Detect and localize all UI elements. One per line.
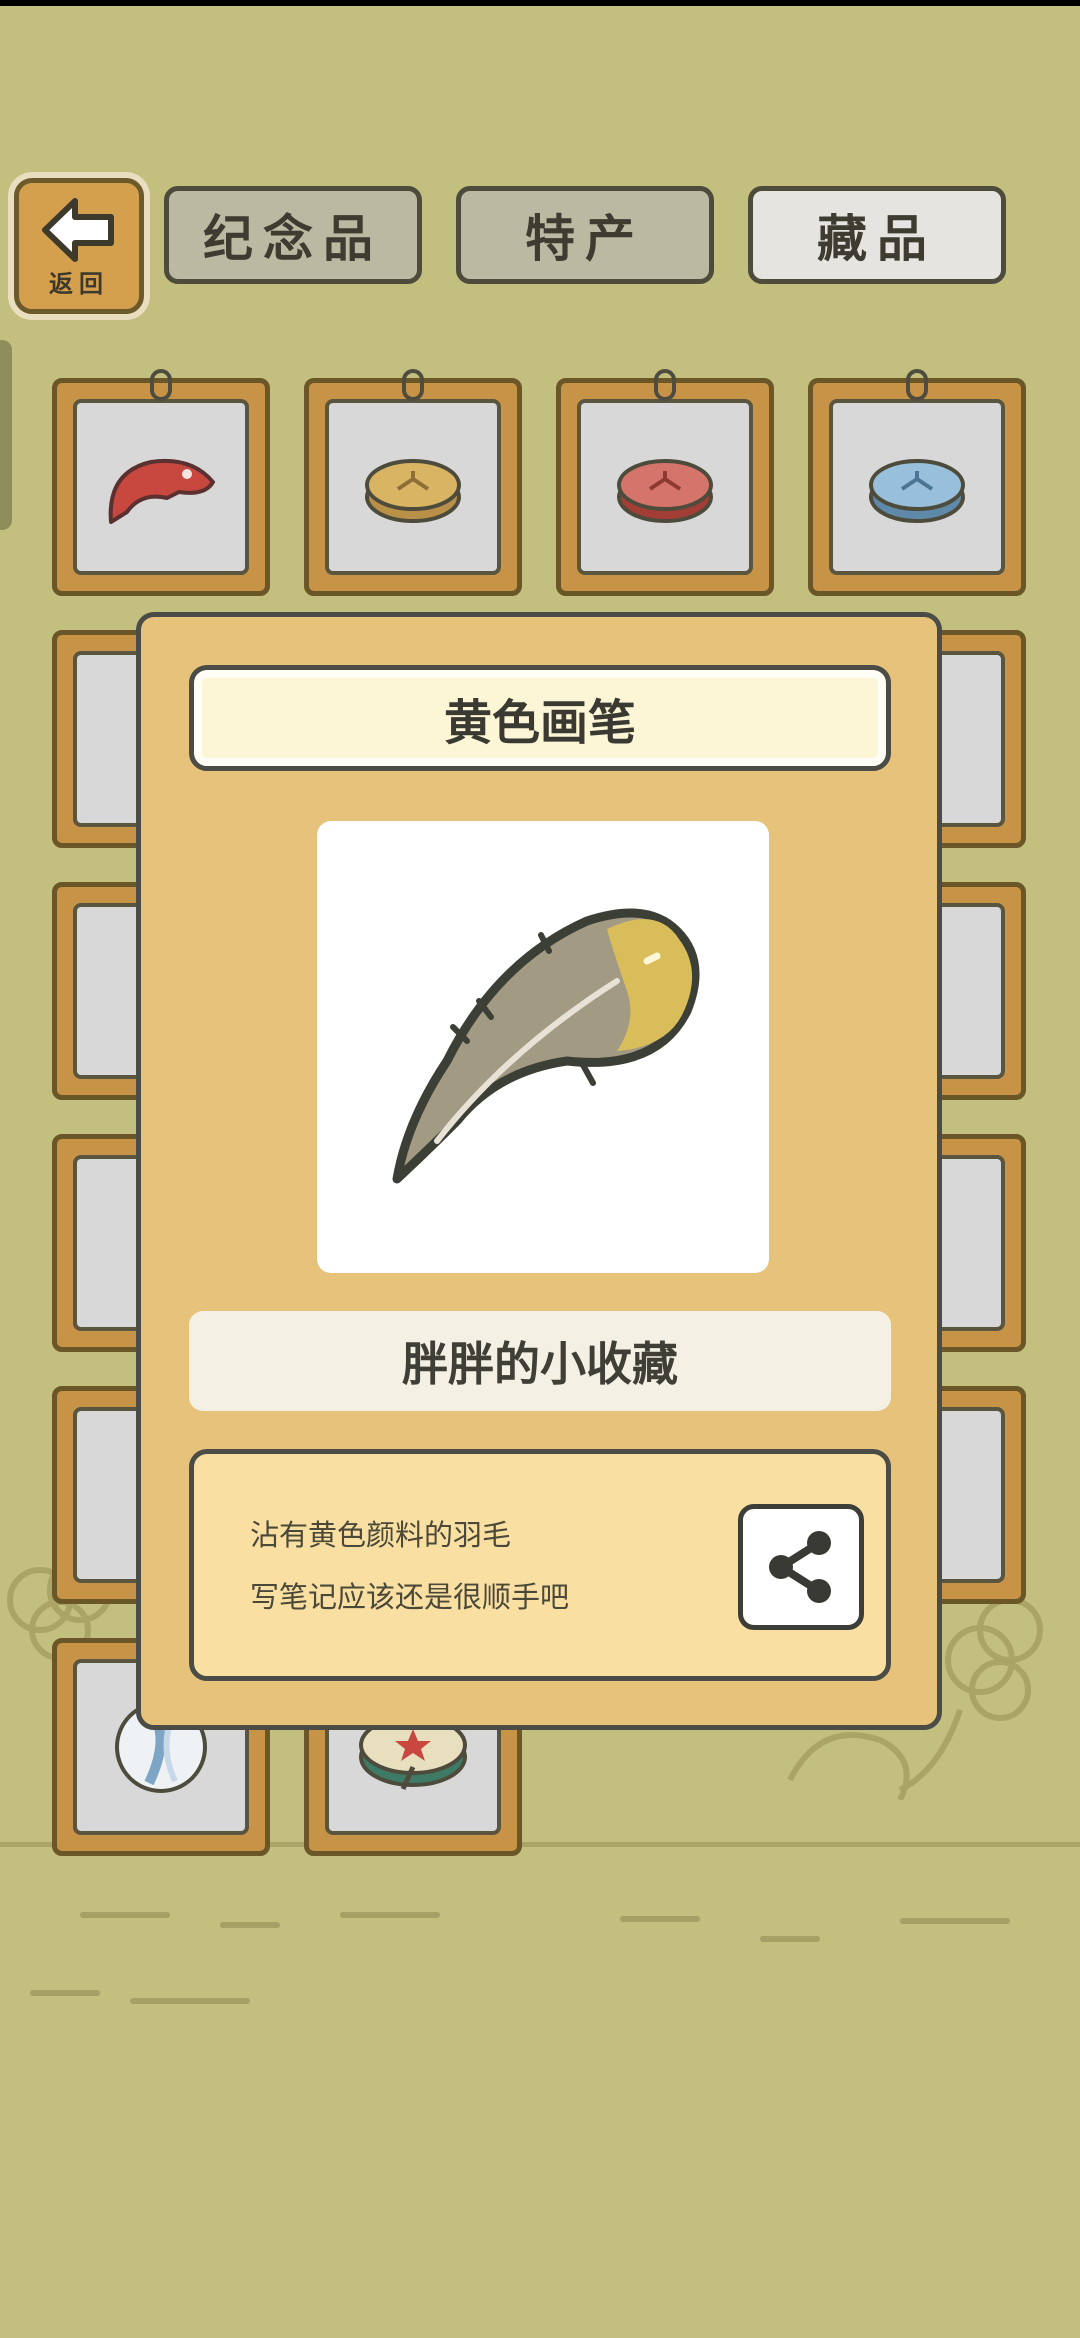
- item-description-box: 沾有黄色颜料的羽毛 写笔记应该还是很顺手吧: [189, 1449, 891, 1681]
- ground-dash: [80, 1912, 170, 1918]
- share-button[interactable]: [738, 1504, 864, 1630]
- item-detail-dialog: 黄色画笔 胖胖的小收藏 沾有黄色颜料的羽毛 写笔记应该还是很顺手吧: [136, 612, 942, 1730]
- ground-dash: [900, 1918, 1010, 1924]
- collection-slot[interactable]: [808, 369, 1026, 596]
- ground-dash: [760, 1936, 820, 1942]
- ground-dash: [340, 1912, 440, 1918]
- item-title-box: 黄色画笔: [189, 665, 891, 771]
- side-handle[interactable]: [0, 340, 12, 530]
- back-arrow-icon: [42, 198, 114, 262]
- share-icon: [769, 1531, 831, 1603]
- blue-token-icon: [869, 459, 965, 523]
- ground-dash: [220, 1922, 280, 1928]
- back-button[interactable]: 返回: [14, 178, 144, 314]
- red-fish-icon: [108, 458, 215, 524]
- ground-dash: [130, 1998, 250, 2004]
- yellow-token-icon: [365, 459, 461, 523]
- collection-slot[interactable]: [304, 369, 522, 596]
- hook-icon: [654, 369, 676, 401]
- description-line: 沾有黄色颜料的羽毛: [250, 1518, 512, 1552]
- collection-slot[interactable]: [556, 369, 774, 596]
- item-subtitle: 胖胖的小收藏: [189, 1311, 891, 1411]
- hook-icon: [402, 369, 424, 401]
- hook-icon: [150, 369, 172, 401]
- back-label: 返回: [49, 270, 109, 298]
- ground-dash: [620, 1916, 700, 1922]
- item-title: 黄色画笔: [443, 695, 636, 751]
- collection-slot[interactable]: [52, 369, 270, 596]
- red-token-icon: [617, 459, 713, 523]
- status-bar: [0, 0, 1080, 6]
- tab-souvenirs[interactable]: 纪念品: [164, 186, 422, 284]
- description-line: 写笔记应该还是很顺手吧: [250, 1580, 570, 1614]
- hook-icon: [906, 369, 928, 401]
- item-image: [317, 821, 769, 1273]
- yellow-feather-icon: [392, 908, 700, 1184]
- ground-dash: [30, 1990, 100, 1996]
- tab-collectibles[interactable]: 藏品: [748, 186, 1006, 284]
- tab-specialties[interactable]: 特产: [456, 186, 714, 284]
